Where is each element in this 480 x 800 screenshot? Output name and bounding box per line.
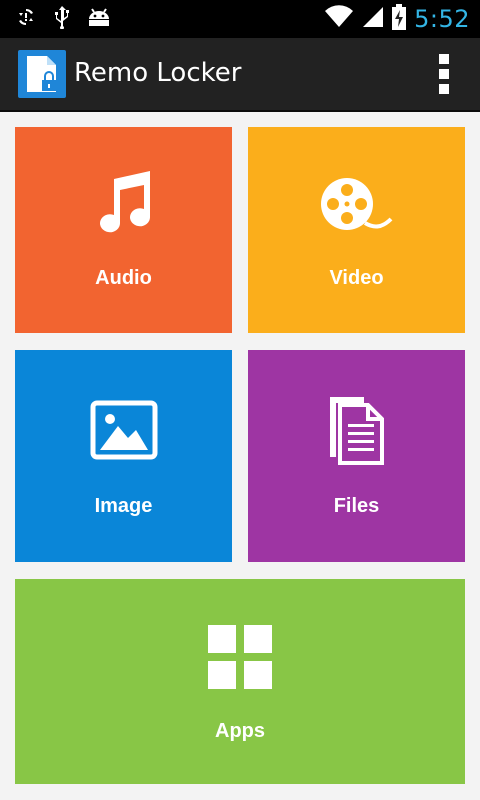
cell-signal-icon — [362, 5, 384, 34]
image-tile[interactable]: Image — [15, 350, 232, 562]
video-label: Video — [329, 267, 384, 289]
notification-icons — [14, 5, 112, 34]
sync-icon — [14, 5, 38, 34]
system-status-icons: 5:52 — [324, 3, 470, 35]
battery-charging-icon — [392, 3, 407, 35]
music-note-icon — [99, 171, 150, 233]
files-tile[interactable]: Files — [248, 350, 465, 562]
remo-locker-logo-icon[interactable] — [18, 50, 66, 98]
apps-label: Apps — [215, 720, 265, 742]
usb-icon — [52, 5, 72, 34]
audio-tile[interactable]: Audio — [15, 127, 232, 333]
action-bar: Remo Locker — [0, 38, 480, 112]
files-label: Files — [333, 495, 380, 517]
audio-label: Audio — [95, 267, 152, 289]
status-clock: 5:52 — [414, 5, 470, 33]
wifi-icon — [324, 4, 354, 34]
picture-icon — [90, 400, 157, 460]
apps-tile[interactable]: Apps — [15, 579, 465, 784]
documents-icon — [329, 397, 384, 465]
grid-icon — [208, 625, 272, 689]
android-debug-icon — [86, 6, 112, 33]
film-reel-icon — [320, 178, 392, 230]
status-bar: 5:52 — [0, 0, 480, 38]
video-tile[interactable]: Video — [248, 127, 465, 333]
image-label: Image — [94, 495, 153, 517]
app-title: Remo Locker — [74, 58, 242, 88]
overflow-menu-icon[interactable] — [438, 54, 450, 94]
